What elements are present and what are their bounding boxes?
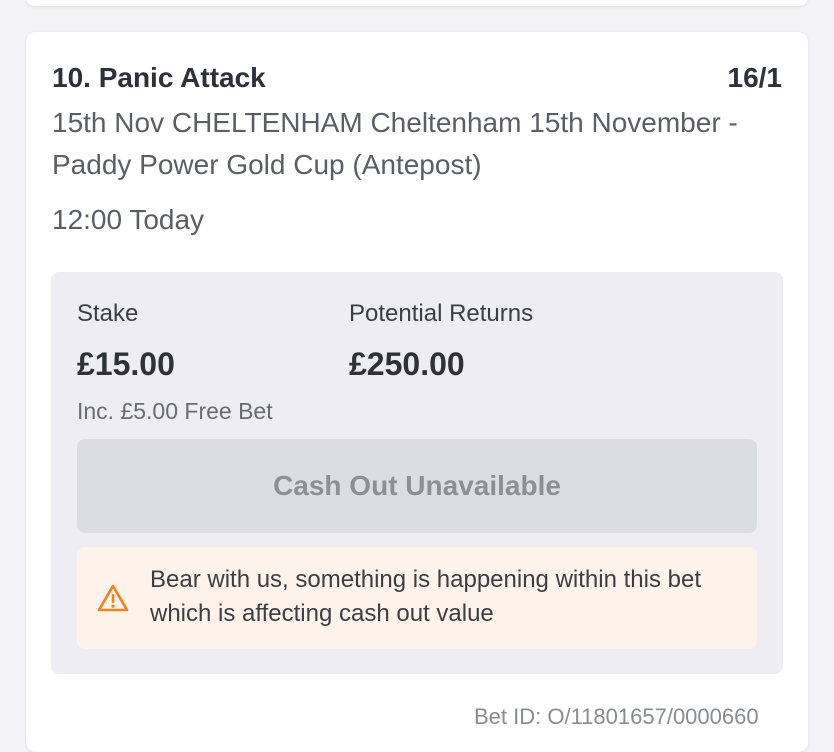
stake-value: £15.00	[77, 346, 175, 382]
cash-out-warning-banner: Bear with us, something is happening wit…	[77, 547, 757, 649]
warning-triangle-icon	[97, 583, 129, 613]
selection-name: 10. Panic Attack	[52, 62, 266, 93]
returns-section: Potential Returns £250.00	[349, 300, 533, 383]
event-name: 15th Nov CHELTENHAM Cheltenham 15th Nove…	[52, 107, 738, 180]
potential-returns-label: Potential Returns	[349, 300, 534, 327]
selection-row: 10. Panic Attack 16/1	[52, 62, 782, 94]
previous-bet-card	[26, 0, 808, 6]
bet-id: Bet ID: O/11801657/0000660	[474, 704, 759, 729]
odds: 16/1	[727, 62, 783, 93]
bet-details-panel: Stake £15.00 Potential Returns £250.00 I…	[51, 272, 783, 674]
free-bet-note: Inc. £5.00 Free Bet	[77, 398, 273, 424]
stake-section: Stake £15.00	[77, 300, 175, 383]
stake-label: Stake	[77, 300, 139, 327]
event-time: 12:00 Today	[52, 204, 205, 235]
potential-returns-value: £250.00	[349, 346, 465, 382]
cash-out-label: Cash Out Unavailable	[273, 470, 561, 501]
warning-message: Bear with us, something is happening wit…	[150, 566, 701, 627]
cash-out-button[interactable]: Cash Out Unavailable	[77, 439, 757, 533]
bet-card: 10. Panic Attack 16/1 15th Nov CHELTENHA…	[26, 32, 808, 752]
